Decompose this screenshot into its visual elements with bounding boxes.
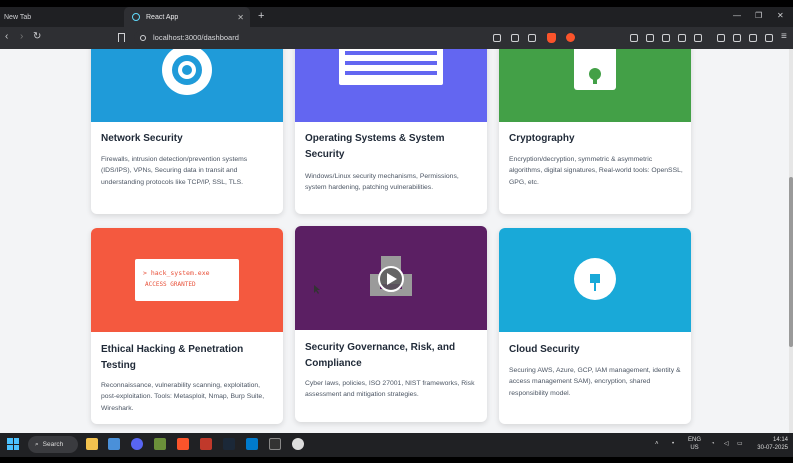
- screen: New Tab React App ✕ + — ❐ ✕ ‹ › ↻ localh…: [0, 0, 793, 463]
- leo-icon[interactable]: [749, 34, 757, 42]
- language-indicator[interactable]: ENG US: [688, 436, 701, 452]
- card-title: Cloud Security: [509, 344, 580, 355]
- app-icon[interactable]: [200, 438, 212, 450]
- extension-icon[interactable]: [646, 34, 654, 42]
- brave-rewards-icon[interactable]: [566, 33, 575, 42]
- card-media: > hack_system.exe ACCESS GRANTED: [91, 228, 283, 332]
- taskbar-search[interactable]: ⌕ Search: [28, 436, 78, 453]
- forward-button[interactable]: ›: [20, 31, 23, 42]
- language-code: ENG: [688, 437, 702, 443]
- search-label: Search: [42, 441, 64, 448]
- window-icon: [339, 49, 443, 85]
- card-media: [499, 49, 691, 122]
- target-icon: [162, 49, 212, 95]
- card-description: Windows/Linux security mechanisms, Permi…: [305, 173, 459, 192]
- card-title: Ethical Hacking & Penetration Testing: [101, 344, 244, 371]
- vscode-icon[interactable]: [246, 438, 258, 450]
- steam-icon[interactable]: [223, 438, 235, 450]
- cast-icon[interactable]: [511, 34, 519, 42]
- terminal-output: ACCESS GRANTED: [145, 281, 196, 288]
- mouse-cursor-icon: [314, 285, 320, 294]
- tab-react-app[interactable]: React App ✕: [124, 7, 250, 27]
- scrollbar-thumb[interactable]: [789, 177, 793, 347]
- brave-shields-icon[interactable]: [547, 33, 556, 43]
- reload-button[interactable]: ↻: [33, 31, 41, 42]
- wifi-icon[interactable]: ◔: [711, 440, 715, 448]
- course-card-network-security[interactable]: Network Security Firewalls, intrusion de…: [91, 49, 283, 214]
- card-media: [91, 49, 283, 122]
- close-window-button[interactable]: ✕: [777, 11, 784, 20]
- course-card-ethical-hacking[interactable]: > hack_system.exe ACCESS GRANTED Ethical…: [91, 228, 283, 424]
- battery-icon[interactable]: ▭: [737, 440, 743, 448]
- card-description: Firewalls, intrusion detection/preventio…: [101, 156, 248, 186]
- clock-date: 30-07-2025: [757, 445, 788, 451]
- file-explorer-icon[interactable]: [86, 438, 98, 450]
- card-media: [499, 228, 691, 332]
- maximize-button[interactable]: ❐: [755, 11, 762, 20]
- new-tab-button[interactable]: +: [258, 10, 264, 22]
- wallet-icon[interactable]: [733, 34, 741, 42]
- tab-strip: New Tab React App ✕ + — ❐ ✕: [0, 7, 793, 27]
- extension-icon[interactable]: [678, 34, 686, 42]
- padlock-icon: [574, 49, 616, 90]
- tab-label: New Tab: [4, 13, 32, 21]
- windows-start-icon[interactable]: [7, 438, 19, 450]
- dashboard-page: Network Security Firewalls, intrusion de…: [0, 49, 789, 433]
- document-icon: [370, 256, 412, 296]
- course-card-operating-systems[interactable]: Operating Systems & System Security Wind…: [295, 49, 487, 214]
- cloud-icon: [574, 258, 616, 300]
- bookmark-icon[interactable]: [118, 33, 125, 42]
- windows-taskbar: ⌕ Search ˄ • ENG US ◔ ◁ ▭ 14:14 30-07-20…: [0, 433, 793, 457]
- url-text[interactable]: localhost:3000/dashboard: [153, 33, 239, 42]
- back-button[interactable]: ‹: [5, 31, 8, 42]
- card-title: Cryptography: [509, 133, 575, 144]
- terminal-command: > hack_system.exe: [143, 269, 210, 277]
- card-title: Security Governance, Risk, and Complianc…: [305, 342, 456, 369]
- site-info-icon[interactable]: [140, 35, 146, 41]
- page-scrollbar[interactable]: [789, 49, 793, 433]
- card-description: Securing AWS, Azure, GCP, IAM management…: [509, 367, 681, 397]
- extensions-icon[interactable]: [694, 34, 702, 42]
- discord-icon[interactable]: [131, 438, 143, 450]
- key-icon[interactable]: [493, 34, 501, 42]
- react-icon: [132, 13, 140, 21]
- card-description: Cyber laws, policies, ISO 27001, NIST fr…: [305, 380, 475, 399]
- minimize-button[interactable]: —: [733, 11, 741, 20]
- course-card-cloud-security[interactable]: Cloud Security Securing AWS, Azure, GCP,…: [499, 228, 691, 424]
- course-card-governance[interactable]: Security Governance, Risk, and Complianc…: [295, 226, 487, 422]
- tray-chevron-icon[interactable]: ˄: [655, 440, 659, 448]
- extension-icon[interactable]: [662, 34, 670, 42]
- terminal-app-icon[interactable]: [269, 438, 281, 450]
- course-card-cryptography[interactable]: Cryptography Encryption/decryption, symm…: [499, 49, 691, 214]
- extension-icon[interactable]: [630, 34, 638, 42]
- minecraft-icon[interactable]: [154, 438, 166, 450]
- tab-label: React App: [146, 13, 179, 21]
- chrome-icon[interactable]: [292, 438, 304, 450]
- region-code: US: [690, 445, 699, 451]
- screen-bottom-border: [0, 457, 793, 463]
- card-media: [295, 49, 487, 122]
- terminal-icon: > hack_system.exe ACCESS GRANTED: [135, 259, 239, 301]
- volume-icon[interactable]: ◁: [724, 440, 729, 448]
- microphone-icon[interactable]: •: [672, 440, 674, 448]
- card-media: [295, 226, 487, 330]
- search-icon: ⌕: [35, 440, 39, 448]
- close-tab-icon[interactable]: ✕: [237, 13, 244, 22]
- menu-icon[interactable]: ≡: [781, 31, 787, 42]
- system-clock[interactable]: 14:14 30-07-2025: [746, 436, 788, 452]
- tab-new-tab[interactable]: New Tab: [0, 7, 120, 27]
- card-title: Operating Systems & System Security: [305, 133, 445, 160]
- card-title: Network Security: [101, 133, 183, 144]
- sidebar-icon[interactable]: [717, 34, 725, 42]
- share-icon[interactable]: [528, 34, 536, 42]
- brave-browser-icon[interactable]: [177, 438, 189, 450]
- shield-icon[interactable]: [765, 34, 773, 42]
- clock-time: 14:14: [772, 437, 788, 443]
- card-description: Reconnaissance, vulnerability scanning, …: [101, 382, 265, 412]
- card-description: Encryption/decryption, symmetric & asymm…: [509, 156, 683, 186]
- app-icon[interactable]: [108, 438, 120, 450]
- browser-toolbar: ‹ › ↻ localhost:3000/dashboard ≡: [0, 27, 793, 49]
